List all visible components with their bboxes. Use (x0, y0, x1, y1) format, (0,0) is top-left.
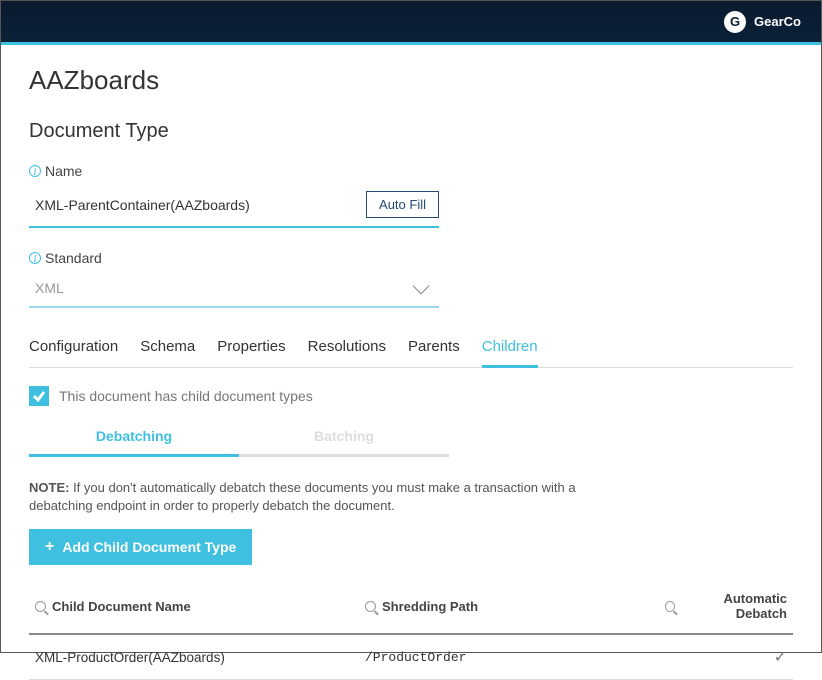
top-bar: G GearCo (1, 1, 821, 45)
name-input[interactable] (29, 193, 366, 217)
tabs: Configuration Schema Properties Resoluti… (29, 330, 793, 368)
tab-schema[interactable]: Schema (140, 330, 195, 368)
name-field-group: i Name Auto Fill (29, 163, 439, 228)
plus-icon: + (45, 539, 54, 555)
info-icon[interactable]: i (29, 252, 41, 264)
col-header-name[interactable]: Child Document Name (35, 599, 365, 614)
search-icon (365, 601, 376, 612)
table-row[interactable]: XML-ProductOrder(AAZboards) /ProductOrde… (29, 635, 793, 680)
cell-name: XML-ProductOrder(AAZboards) (35, 650, 365, 665)
section-title: Document Type (29, 120, 793, 143)
avatar[interactable]: G (724, 11, 746, 33)
standard-label: i Standard (29, 250, 439, 266)
add-child-document-type-button[interactable]: + Add Child Document Type (29, 529, 252, 565)
name-label: i Name (29, 163, 439, 179)
tab-parents[interactable]: Parents (408, 330, 460, 368)
standard-select[interactable]: XML (29, 272, 439, 308)
page-title: AAZboards (29, 65, 793, 96)
col-header-path[interactable]: Shredding Path (365, 599, 665, 614)
subtab-debatching[interactable]: Debatching (29, 420, 239, 457)
auto-fill-button[interactable]: Auto Fill (366, 191, 439, 218)
check-icon: ✓ (774, 647, 787, 667)
table-header-row: Child Document Name Shredding Path Autom… (29, 579, 793, 635)
standard-label-text: Standard (45, 250, 102, 266)
name-field-row: Auto Fill (29, 185, 439, 228)
tab-children[interactable]: Children (482, 330, 538, 368)
search-icon (35, 601, 46, 612)
note-text: If you don't automatically debatch these… (29, 480, 576, 513)
cell-auto: ✓ (665, 647, 787, 667)
col-header-auto[interactable]: Automatic Debatch (665, 591, 787, 621)
info-icon[interactable]: i (29, 165, 41, 177)
subtabs: Debatching Batching (29, 420, 449, 457)
subtab-batching: Batching (239, 420, 449, 457)
search-icon (665, 601, 675, 612)
page-body: AAZboards Document Type i Name Auto Fill… (1, 45, 821, 680)
child-checkbox-row: This document has child document types (29, 386, 793, 406)
tab-properties[interactable]: Properties (217, 330, 285, 368)
check-icon (32, 389, 46, 403)
tab-configuration[interactable]: Configuration (29, 330, 118, 368)
child-checkbox-label: This document has child document types (59, 388, 313, 404)
chevron-down-icon (413, 278, 430, 295)
child-table: Child Document Name Shredding Path Autom… (29, 579, 793, 680)
tab-resolutions[interactable]: Resolutions (308, 330, 386, 368)
child-checkbox[interactable] (29, 386, 49, 406)
standard-value: XML (35, 280, 64, 296)
cell-path: /ProductOrder (365, 650, 665, 665)
note: NOTE: If you don't automatically debatch… (29, 479, 589, 515)
standard-field-group: i Standard XML (29, 250, 439, 308)
name-label-text: Name (45, 163, 82, 179)
username[interactable]: GearCo (754, 14, 801, 29)
add-button-label: Add Child Document Type (62, 539, 236, 555)
note-prefix: NOTE: (29, 480, 69, 495)
